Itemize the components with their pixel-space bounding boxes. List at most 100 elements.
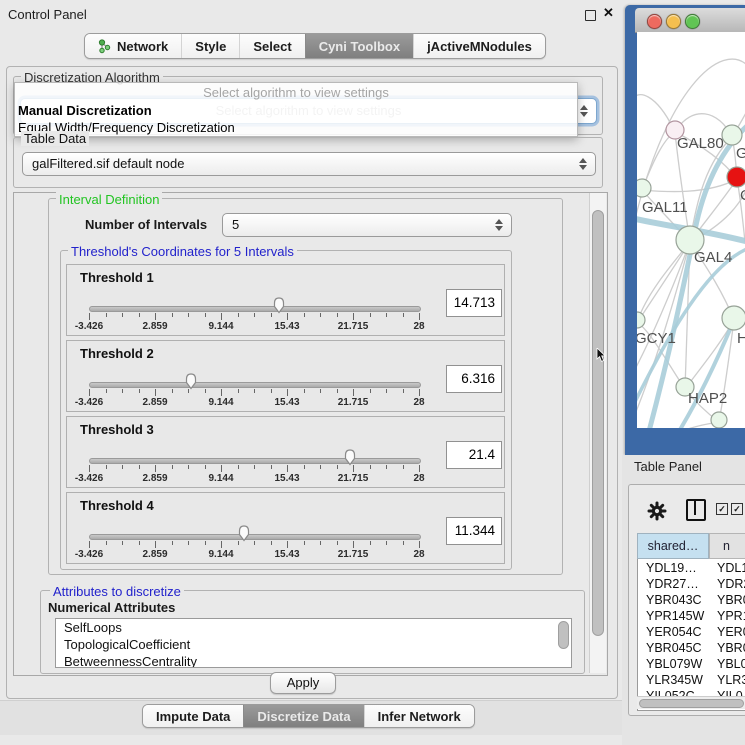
tab-network[interactable]: Network (85, 34, 181, 58)
network-node[interactable] (711, 412, 727, 428)
table-horizontal-scrollbar[interactable] (637, 696, 745, 709)
table-data-combobox[interactable]: galFiltered.sif default node (22, 152, 596, 176)
combo-arrows-icon (579, 156, 587, 172)
table-row-shared-name[interactable]: YDR27… (646, 576, 708, 592)
network-window: GAL80GCGAL11GAL4GCY1HHAP2 (625, 5, 745, 455)
network-node[interactable] (727, 167, 745, 187)
checkbox-icon-2[interactable]: ✓ (731, 503, 743, 515)
slider-tick-label: 9.144 (208, 549, 233, 560)
table-row-name[interactable]: YDL1 (717, 560, 745, 576)
slider-track[interactable] (89, 458, 421, 464)
slider-tick (205, 389, 206, 393)
threshold-value-field[interactable]: 21.4 (446, 441, 502, 469)
table-row-name[interactable]: YBR0 (717, 592, 745, 608)
slider-tick (337, 541, 338, 545)
table-row-shared-name[interactable]: YBR045C (646, 640, 708, 656)
network-node-label: H (737, 330, 745, 347)
threshold-value-field[interactable]: 14.713 (446, 289, 502, 317)
table-row-name[interactable]: YBL0 (717, 656, 745, 672)
attribute-list-item[interactable]: BetweennessCentrality (56, 653, 571, 668)
slider-tick (287, 389, 288, 396)
network-node-label: GAL11 (642, 199, 688, 216)
table-row-name[interactable]: YBR0 (717, 640, 745, 656)
slider-tick-label: 2.859 (142, 397, 167, 408)
tab-jactivemnodules[interactable]: jActiveMNodules (413, 34, 545, 58)
tab-infer-network[interactable]: Infer Network (364, 705, 474, 727)
slider-tick (419, 465, 420, 472)
tab-cyni-toolbox[interactable]: Cyni Toolbox (305, 34, 413, 58)
table-row-name[interactable]: YLR3 (717, 672, 745, 688)
tab-select[interactable]: Select (239, 34, 304, 58)
settings-vertical-scrollbar[interactable] (589, 193, 606, 673)
table-row-name[interactable]: YPR1 (717, 608, 745, 624)
checkbox-icon-1[interactable]: ✓ (716, 503, 728, 515)
table-row-shared-name[interactable]: YBR043C (646, 592, 708, 608)
slider-tick-label: 2.859 (142, 549, 167, 560)
column-header-shared[interactable]: shared… (637, 533, 709, 559)
slider-tick-label: 21.715 (338, 473, 369, 484)
slider-tick-label: 2.859 (142, 321, 167, 332)
zoom-traffic-light[interactable] (685, 14, 700, 29)
slider-track[interactable] (89, 534, 421, 540)
slider-track[interactable] (89, 306, 421, 312)
slider-thumb[interactable] (343, 448, 357, 466)
slider-tick (353, 313, 354, 320)
slider-thumb[interactable] (237, 524, 251, 542)
threshold-value-field[interactable]: 6.316 (446, 365, 502, 393)
tab-discretize-data[interactable]: Discretize Data (243, 705, 363, 727)
attributes-list-scrollbar-thumb[interactable] (558, 621, 569, 649)
apply-button[interactable]: Apply (270, 672, 336, 694)
popup-item-manual[interactable]: Manual Discretization (15, 102, 577, 119)
network-window-titlebar[interactable] (635, 8, 745, 33)
slider-track[interactable] (89, 382, 421, 388)
network-node[interactable] (722, 306, 745, 330)
slider-tick (320, 541, 321, 545)
gear-icon[interactable] (647, 501, 667, 521)
slider-tick-label: 21.715 (338, 549, 369, 560)
slider-tick (89, 541, 90, 548)
slider-tick (271, 465, 272, 469)
split-columns-icon[interactable] (686, 499, 706, 521)
slider-tick (320, 465, 321, 469)
close-traffic-light[interactable] (647, 14, 662, 29)
network-node[interactable] (722, 125, 742, 145)
network-node[interactable] (637, 179, 651, 197)
slider-tick (403, 541, 404, 545)
close-icon[interactable]: ✕ (603, 5, 614, 21)
hscrollbar-thumb[interactable] (639, 699, 744, 708)
attribute-list-item[interactable]: TopologicalCoefficient (56, 636, 571, 653)
slider-tick (139, 465, 140, 469)
attribute-list-item[interactable]: SelfLoops (56, 619, 571, 636)
number-of-intervals-value: 5 (232, 217, 239, 232)
slider-tick (205, 313, 206, 317)
network-node-label: C (740, 187, 745, 204)
slider-thumb[interactable] (184, 372, 198, 390)
network-canvas[interactable]: GAL80GCGAL11GAL4GCY1HHAP2 (637, 32, 745, 428)
number-of-intervals-combobox[interactable]: 5 (222, 213, 512, 237)
table-row-name[interactable]: YDR2 (717, 576, 745, 592)
table-row-shared-name[interactable]: YLR345W (646, 672, 708, 688)
threshold-row: Threshold 2-3.4262.8599.14415.4321.71528… (66, 340, 505, 412)
float-window-icon[interactable] (585, 10, 596, 21)
table-row-shared-name[interactable]: YDL19… (646, 560, 708, 576)
table-row-name[interactable]: YER0 (717, 624, 745, 640)
slider-tick (287, 313, 288, 320)
slider-tick (122, 313, 123, 317)
popup-item-equal-width[interactable]: Equal Width/Frequency Discretization (15, 119, 577, 136)
threshold-value-field[interactable]: 11.344 (446, 517, 502, 545)
slider-tick (254, 313, 255, 317)
table-row-shared-name[interactable]: YER054C (646, 624, 708, 640)
slider-tick-label: 15.43 (274, 397, 299, 408)
slider-thumb[interactable] (272, 296, 286, 314)
scrollbar-thumb[interactable] (592, 210, 604, 636)
network-node-label: GAL4 (694, 249, 732, 266)
column-header-name[interactable]: n (709, 533, 745, 559)
tab-impute-data[interactable]: Impute Data (143, 705, 243, 727)
network-node[interactable] (637, 312, 645, 328)
table-row-shared-name[interactable]: YBL079W (646, 656, 708, 672)
table-row-shared-name[interactable]: YPR145W (646, 608, 708, 624)
numerical-attributes-list[interactable]: SelfLoopsTopologicalCoefficientBetweenne… (55, 618, 572, 668)
tab-style[interactable]: Style (181, 34, 239, 58)
minimize-traffic-light[interactable] (666, 14, 681, 29)
table-data-group-title: Table Data (21, 131, 89, 146)
